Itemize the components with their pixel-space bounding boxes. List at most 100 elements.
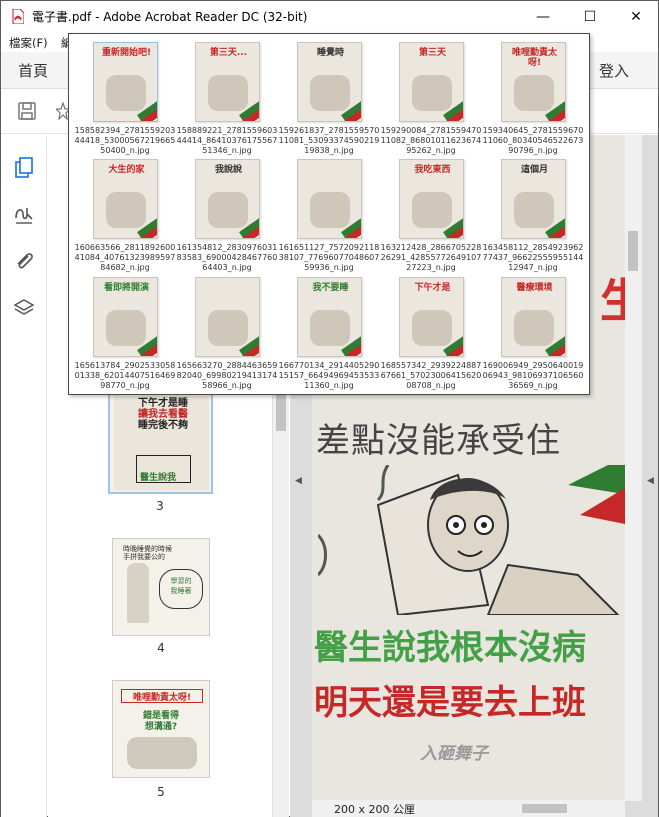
file-thumbnail: 大生的家: [93, 159, 158, 239]
thumbnail-scroll-thumb[interactable]: [276, 395, 286, 431]
panel-collapse-arrow[interactable]: ◀: [647, 476, 654, 486]
file-name: 168557342_293922488767661_57023006415620…: [380, 361, 482, 390]
title-bar: 電子書.pdf - Adobe Acrobat Reader DC (32-bi…: [1, 1, 658, 32]
document-vscroll-thumb[interactable]: [628, 231, 638, 271]
maximize-icon: ☐: [583, 8, 597, 25]
file-thumbnail: 我吃東西: [399, 159, 464, 239]
file-thumbnail-caption: 我吃東西: [414, 165, 451, 175]
file-name: 158582394_278155920344418_53000567219665…: [74, 126, 176, 155]
file-name: 165663270_288446365982040_69980219413174…: [176, 361, 278, 390]
file-thumbnail-caption: 唯哩勤責太呀!: [511, 48, 557, 68]
file-item[interactable]: 睡覺時 159261837_278155957011081_53093374590…: [278, 37, 380, 155]
pdf-file-icon: [12, 9, 24, 24]
file-thumbnail-art: [412, 75, 452, 111]
file-thumbnail-caption: 這個月: [520, 165, 548, 175]
left-rail: [1, 135, 47, 817]
file-thumbnail: 我不要睡: [297, 277, 362, 357]
file-thumbnail: 這個月: [501, 159, 566, 239]
file-item[interactable]: 下午才是 168557342_293922488767661_5702300641…: [380, 272, 482, 390]
close-icon: ✕: [630, 8, 642, 25]
page-number-5: 5: [157, 785, 165, 799]
file-item[interactable]: 唯哩勤責太呀! 159340645_278155967011060_8034054…: [482, 37, 584, 155]
save-icon[interactable]: [17, 101, 37, 121]
file-name: 159261837_278155957011081_53093374590219…: [278, 126, 380, 155]
file-thumbnail-caption: 第三天: [418, 48, 446, 58]
file-thumbnail-art: [514, 75, 554, 111]
file-item[interactable]: 這個月 163458112_285492396277437_96622555955…: [482, 154, 584, 272]
file-item[interactable]: 大生的家 160663566_281189260041084_4076132398…: [74, 154, 176, 272]
file-list-popup: 重新開始吧! 158582394_278155920344418_53000567…: [68, 33, 590, 395]
file-thumbnail-art: [412, 192, 452, 228]
file-item[interactable]: 第三天 159290084_278155947011082_86801011623…: [380, 37, 482, 155]
minimize-icon: —: [536, 8, 550, 25]
file-thumbnail-art: [412, 310, 452, 346]
file-thumbnail-art: [106, 310, 146, 346]
close-button[interactable]: ✕: [613, 1, 659, 32]
file-thumbnail-art: [208, 192, 248, 228]
file-name: 161651127_757209211838107_77696077048607…: [278, 243, 380, 272]
file-thumbnail-art: [310, 75, 350, 111]
file-thumbnail-caption: 下午才是: [414, 283, 451, 293]
file-item[interactable]: 第三天... 158889221_278155960344414_86410376…: [176, 37, 278, 155]
minimize-button[interactable]: —: [520, 1, 566, 32]
page-watermark: 入砸舞子: [420, 744, 488, 764]
file-thumbnail-caption: 我說說: [214, 165, 242, 175]
paperclip-icon[interactable]: [13, 250, 35, 272]
file-thumbnail: 看即將開演: [93, 277, 158, 357]
page-number-4: 4: [157, 641, 165, 655]
file-item[interactable]: 165663270_288446365982040_69980219413174…: [176, 272, 278, 390]
tab-home[interactable]: 首頁: [18, 60, 48, 81]
document-hscroll-thumb[interactable]: [522, 804, 567, 813]
maximize-button[interactable]: ☐: [567, 1, 613, 32]
file-thumbnail-caption: 大生的家: [108, 165, 145, 175]
file-name: 159290084_278155947011082_86801011623674…: [380, 126, 482, 155]
layers-icon[interactable]: [13, 297, 35, 319]
file-thumbnail: 下午才是: [399, 277, 464, 357]
file-item[interactable]: 看即將開演 165613784_290253305801338_620144075…: [74, 272, 176, 390]
file-item[interactable]: 我說說 161354812_283097603183583_69000428467…: [176, 154, 278, 272]
file-thumbnail: 唯哩勤責太呀!: [501, 42, 566, 122]
file-name: 158889221_278155960344414_86410376175567…: [176, 126, 278, 155]
file-thumbnail: 第三天...: [195, 42, 260, 122]
file-thumbnail-caption: 第三天...: [209, 48, 248, 58]
page-illustration: [318, 465, 630, 615]
page-thumbnail-5[interactable]: 唯哩勤責太呀! 錯是看得 想溝通?: [112, 680, 210, 778]
sign-icon[interactable]: [13, 204, 35, 226]
acrobat-window: 電子書.pdf - Adobe Acrobat Reader DC (32-bi…: [0, 0, 659, 817]
file-item[interactable]: 我吃東西 163212428_286670522826291_4285577264…: [380, 154, 482, 272]
page-number-3: 3: [156, 499, 164, 513]
page-line-red: 明天還是要去上班: [314, 683, 586, 723]
menu-file[interactable]: 檔案(F): [9, 35, 48, 51]
document-vertical-scrollbar[interactable]: [625, 135, 642, 801]
file-thumbnail: [195, 277, 260, 357]
file-thumbnail: [297, 159, 362, 239]
file-name: 161354812_283097603183583_69000428467760…: [176, 243, 278, 272]
file-item[interactable]: 醫療環境 169006949_295064001906943_9810693710…: [482, 272, 584, 390]
file-item[interactable]: 我不要睡 166770134_291440529015157_6649496945…: [278, 272, 380, 390]
file-thumbnail-art: [514, 310, 554, 346]
page-thumbnail-3[interactable]: 下午才是睡 讓我去看醫 睡完後不夠 醫生說我: [108, 390, 213, 494]
file-item[interactable]: 重新開始吧! 158582394_278155920344418_53000567…: [74, 37, 176, 155]
pages-icon[interactable]: [13, 157, 35, 179]
file-name: 160663566_281189260041084_40761323989597…: [74, 243, 176, 272]
window-title: 電子書.pdf - Adobe Acrobat Reader DC (32-bi…: [32, 10, 308, 24]
page-prev-arrow[interactable]: ◀: [295, 476, 302, 486]
signin-button[interactable]: 登入: [599, 60, 629, 81]
file-thumbnail-art: [310, 310, 350, 346]
file-name: 165613784_290253305801338_62014407516469…: [74, 361, 176, 390]
file-thumbnail-art: [310, 192, 350, 228]
file-thumbnail-art: [208, 310, 248, 346]
file-name: 163458112_285492396277437_96622555955144…: [482, 243, 584, 272]
file-thumbnail: 我說說: [195, 159, 260, 239]
file-thumbnail-caption: 醫療環境: [516, 283, 553, 293]
file-name: 169006949_295064001906943_98106937106560…: [482, 361, 584, 390]
file-thumbnail-art: [106, 75, 146, 111]
file-thumbnail: 重新開始吧!: [93, 42, 158, 122]
page-size-indicator: 200 x 200 公厘: [334, 803, 415, 816]
page-thumbnail-4[interactable]: 時晚睡覺的時候 手拼我要公的 學習的 我睡著: [112, 538, 210, 636]
file-thumbnail-caption: 我不要睡: [312, 283, 349, 293]
page-line-green: 醫生說我根本沒病: [314, 628, 586, 668]
file-thumbnail-caption: 重新開始吧!: [101, 48, 152, 58]
file-thumbnail: 睡覺時: [297, 42, 362, 122]
file-item[interactable]: 161651127_757209211838107_77696077048607…: [278, 154, 380, 272]
